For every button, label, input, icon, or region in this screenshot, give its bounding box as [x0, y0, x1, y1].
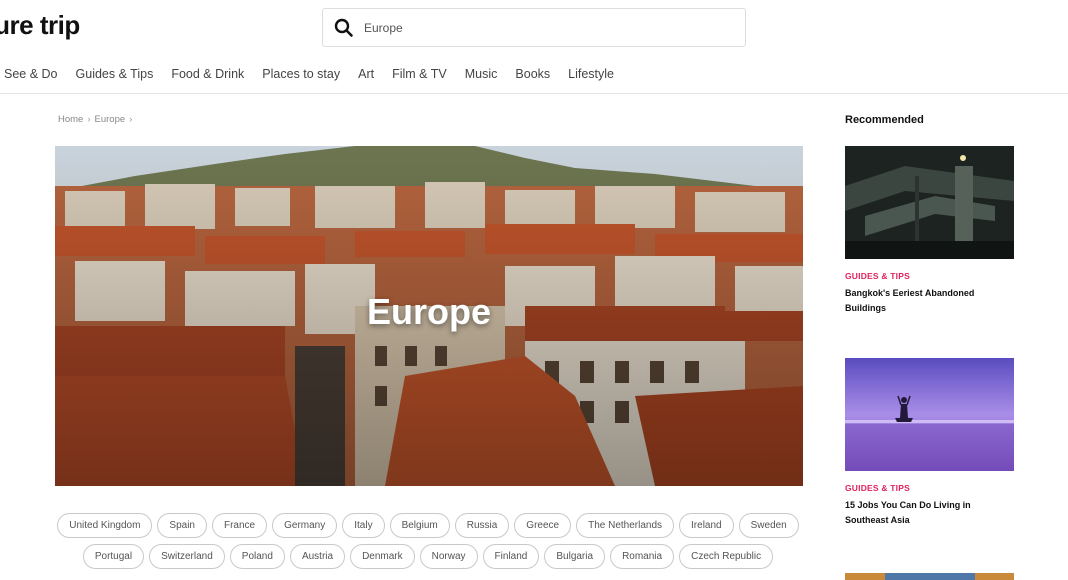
nav-item-film-tv[interactable]: Film & TV — [392, 67, 447, 81]
card-title[interactable]: Bangkok's Eeriest Abandoned Buildings — [845, 286, 995, 316]
card-image[interactable] — [845, 146, 1014, 259]
tag-row: United Kingdom Spain France Germany Ital… — [57, 513, 799, 538]
main-nav: See & Do Guides & Tips Food & Drink Plac… — [4, 67, 632, 81]
nav-item-places-to-stay[interactable]: Places to stay — [262, 67, 340, 81]
nav-item-food-drink[interactable]: Food & Drink — [171, 67, 244, 81]
tag-russia[interactable]: Russia — [454, 513, 510, 538]
tag-spain[interactable]: Spain — [157, 513, 207, 538]
tag-romania[interactable]: Romania — [610, 544, 675, 569]
nav-item-guides-tips[interactable]: Guides & Tips — [76, 67, 154, 81]
card-category[interactable]: GUIDES & TIPS — [845, 483, 1014, 493]
recommended-card[interactable]: GUIDES & TIPS Bangkok's Eeriest Abandone… — [845, 146, 1014, 316]
nav-item-books[interactable]: Books — [515, 67, 550, 81]
tag-portugal[interactable]: Portugal — [82, 544, 145, 569]
hero-image: Europe — [55, 146, 803, 486]
card-category[interactable]: GUIDES & TIPS — [845, 271, 1014, 281]
tag-czech-republic[interactable]: Czech Republic — [679, 544, 774, 569]
tag-ireland[interactable]: Ireland — [679, 513, 734, 538]
tag-austria[interactable]: Austria — [289, 544, 346, 569]
tag-poland[interactable]: Poland — [229, 544, 285, 569]
breadcrumb: Home › Europe › — [58, 114, 132, 125]
tag-greece[interactable]: Greece — [514, 513, 572, 538]
country-tags: United Kingdom Spain France Germany Ital… — [57, 513, 799, 575]
tag-italy[interactable]: Italy — [342, 513, 385, 538]
breadcrumb-home[interactable]: Home — [58, 114, 83, 125]
tag-the-netherlands[interactable]: The Netherlands — [576, 513, 675, 538]
tag-norway[interactable]: Norway — [419, 544, 478, 569]
tag-france[interactable]: France — [211, 513, 268, 538]
breadcrumb-separator: › — [87, 114, 91, 125]
nav-divider — [0, 93, 1068, 94]
tag-bulgaria[interactable]: Bulgaria — [544, 544, 606, 569]
card-image[interactable] — [845, 570, 1014, 580]
search-bar[interactable] — [322, 8, 746, 47]
tag-finland[interactable]: Finland — [482, 544, 540, 569]
tag-switzerland[interactable]: Switzerland — [149, 544, 225, 569]
breadcrumb-separator: › — [129, 114, 133, 125]
recommended-card-partial[interactable] — [845, 570, 1014, 580]
hero-title: Europe — [366, 291, 491, 332]
tag-united-kingdom[interactable]: United Kingdom — [57, 513, 153, 538]
tag-belgium[interactable]: Belgium — [389, 513, 450, 538]
search-icon[interactable] — [333, 17, 355, 39]
recommended-heading: Recommended — [845, 114, 924, 126]
nav-item-art[interactable]: Art — [358, 67, 374, 81]
site-logo[interactable]: ture trip — [0, 10, 80, 41]
nav-item-music[interactable]: Music — [465, 67, 498, 81]
tag-row: Portugal Switzerland Poland Austria Denm… — [58, 544, 798, 569]
tag-denmark[interactable]: Denmark — [350, 544, 415, 569]
tag-sweden[interactable]: Sweden — [738, 513, 799, 538]
nav-item-see-do[interactable]: See & Do — [4, 67, 58, 81]
breadcrumb-europe[interactable]: Europe — [95, 114, 126, 125]
card-title[interactable]: 15 Jobs You Can Do Living in Southeast A… — [845, 498, 995, 528]
card-image[interactable] — [845, 358, 1014, 471]
tag-germany[interactable]: Germany — [272, 513, 338, 538]
recommended-card[interactable]: GUIDES & TIPS 15 Jobs You Can Do Living … — [845, 358, 1014, 528]
search-input[interactable] — [364, 20, 724, 35]
nav-item-lifestyle[interactable]: Lifestyle — [568, 67, 614, 81]
